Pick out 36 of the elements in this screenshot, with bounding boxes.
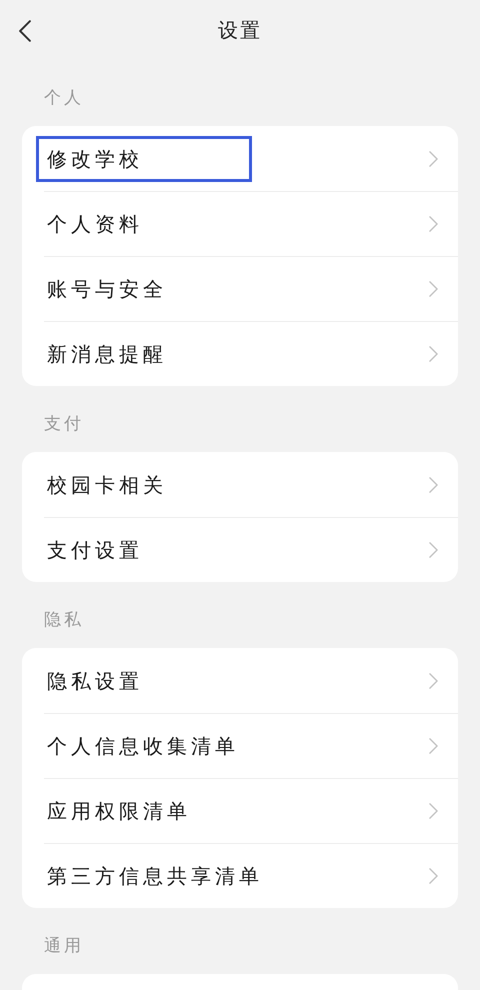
chevron-right-icon	[429, 346, 438, 362]
settings-row[interactable]: 支付设置	[44, 517, 458, 582]
section-label: 隐私	[44, 608, 84, 632]
settings-row[interactable]: 应用权限清单	[44, 778, 458, 843]
chevron-right-icon	[429, 542, 438, 558]
chevron-right-icon	[429, 672, 438, 688]
row-label: 个人资料	[46, 211, 144, 238]
section-label: 通用	[44, 934, 84, 958]
chevron-right-icon	[429, 803, 438, 819]
chevron-right-icon	[429, 281, 438, 297]
settings-row[interactable]: 修改学校	[22, 126, 458, 191]
row-label: 新消息提醒	[46, 341, 168, 368]
page-title: 设置	[218, 17, 262, 44]
row-label: 支付设置	[46, 537, 144, 564]
section-label: 支付	[44, 412, 84, 436]
settings-row[interactable]: 隐私设置	[22, 648, 458, 713]
row-label: 应用权限清单	[46, 798, 192, 825]
chevron-right-icon	[429, 150, 438, 166]
settings-row[interactable]: 新消息提醒	[44, 321, 458, 386]
row-label: 修改学校	[36, 136, 252, 182]
chevron-right-icon	[429, 738, 438, 754]
row-label: 隐私设置	[46, 668, 144, 694]
settings-row[interactable]: 个人信息收集清单	[44, 713, 458, 778]
row-label: 第三方信息共享清单	[46, 863, 264, 890]
section-label: 个人	[44, 86, 84, 110]
back-icon[interactable]	[18, 20, 32, 42]
settings-row[interactable]: 个人资料	[44, 191, 458, 256]
row-label: 账号与安全	[46, 276, 168, 303]
row-label: 个人信息收集清单	[46, 733, 240, 760]
chevron-right-icon	[429, 868, 438, 884]
row-label: 校园卡相关	[46, 472, 168, 498]
settings-row[interactable]: 第三方信息共享清单	[44, 843, 458, 908]
settings-row[interactable]: 校园卡相关	[22, 452, 458, 517]
chevron-right-icon	[429, 476, 438, 492]
settings-row[interactable]: 账号与安全	[44, 256, 458, 321]
chevron-right-icon	[429, 216, 438, 232]
